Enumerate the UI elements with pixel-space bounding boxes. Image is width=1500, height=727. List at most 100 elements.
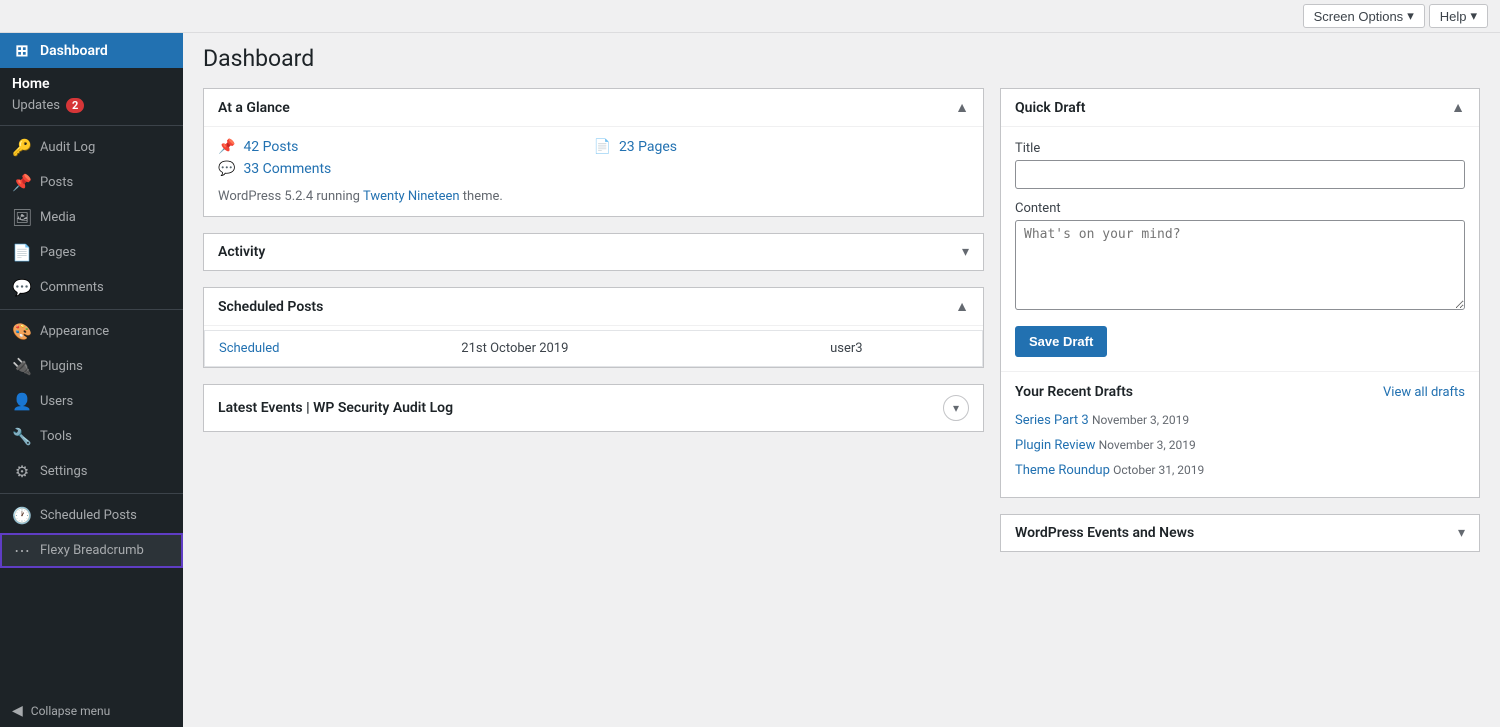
sidebar-item-audit-log[interactable]: 🔑 Audit Log (0, 130, 183, 165)
glance-pages: 📄 23 Pages (594, 139, 970, 155)
dashboard-icon: ⊞ (12, 41, 32, 60)
pages-icon: 📄 (12, 243, 32, 262)
comments-glance-link[interactable]: 33 Comments (243, 161, 331, 177)
sidebar-item-label: Posts (40, 175, 73, 190)
draft-date-3: October 31, 2019 (1113, 463, 1204, 477)
theme-link[interactable]: Twenty Nineteen (363, 189, 460, 204)
wp-events-title: WordPress Events and News (1015, 525, 1194, 541)
pages-glance-link[interactable]: 23 Pages (619, 139, 677, 155)
glance-posts: 📌 42 Posts (218, 139, 594, 155)
left-column: At a Glance ▲ 📌 42 Posts 📄 23 Pages (203, 88, 984, 552)
scheduled-posts-title: Scheduled Posts (218, 299, 323, 315)
screen-options-label: Screen Options (1314, 9, 1404, 24)
comments-glance-icon: 💬 (218, 161, 235, 177)
sidebar-item-pages[interactable]: 📄 Pages (0, 235, 183, 270)
scheduled-date-cell: 21st October 2019 (447, 331, 816, 367)
collapse-icon: ◀ (12, 703, 23, 719)
comments-icon: 💬 (12, 278, 32, 297)
screen-options-chevron: ▾ (1407, 8, 1414, 24)
help-button[interactable]: Help ▾ (1429, 4, 1488, 28)
sidebar-updates-link[interactable]: Updates (12, 98, 60, 113)
page-title: Dashboard (203, 45, 1480, 72)
at-a-glance-header[interactable]: At a Glance ▲ (204, 89, 983, 127)
draft-item-2: Plugin Review November 3, 2019 (1001, 433, 1479, 458)
sidebar-item-label: Media (40, 210, 76, 225)
scheduled-link-cell: Scheduled (205, 331, 448, 367)
sidebar-item-users[interactable]: 👤 Users (0, 384, 183, 419)
draft-link-3[interactable]: Theme Roundup (1015, 463, 1110, 478)
scheduled-link[interactable]: Scheduled (219, 341, 279, 356)
latest-events-title: Latest Events | WP Security Audit Log (218, 400, 453, 416)
scheduled-table: Scheduled 21st October 2019 user3 (204, 330, 983, 367)
plugins-icon: 🔌 (12, 357, 32, 376)
wp-events-header[interactable]: WordPress Events and News ▾ (1001, 515, 1479, 551)
sidebar-dashboard-header[interactable]: ⊞ Dashboard (0, 33, 183, 68)
at-a-glance-wp-info: WordPress 5.2.4 running Twenty Nineteen … (218, 189, 969, 204)
pages-glance-icon: 📄 (594, 139, 611, 155)
flexy-breadcrumb-icon: ⋯ (12, 541, 32, 560)
quick-draft-title: Quick Draft (1015, 100, 1085, 116)
scheduled-posts-body: Scheduled 21st October 2019 user3 (204, 330, 983, 367)
sidebar-home-section: Home (0, 68, 183, 96)
sidebar-item-flexy-breadcrumb[interactable]: ⋯ Flexy Breadcrumb (0, 533, 183, 568)
sidebar-home-link[interactable]: Home (12, 76, 171, 92)
sidebar-divider-1 (0, 125, 183, 126)
sidebar: ⊞ Dashboard Home Updates 2 🔑 Audit Log 📌… (0, 33, 183, 727)
scheduled-posts-panel: Scheduled Posts ▲ Scheduled 21st October… (203, 287, 984, 368)
settings-icon: ⚙ (12, 462, 32, 481)
sidebar-item-label: Settings (40, 464, 87, 479)
draft-link-1[interactable]: Series Part 3 (1015, 413, 1089, 428)
appearance-icon: 🎨 (12, 322, 32, 341)
layout: ⊞ Dashboard Home Updates 2 🔑 Audit Log 📌… (0, 33, 1500, 727)
at-a-glance-title: At a Glance (218, 100, 290, 116)
content-textarea[interactable] (1015, 220, 1465, 310)
collapse-menu[interactable]: ◀ Collapse menu (0, 695, 183, 727)
at-a-glance-toggle: ▲ (955, 99, 969, 116)
sidebar-dashboard-label: Dashboard (40, 43, 108, 59)
sidebar-item-label: Comments (40, 280, 104, 295)
sidebar-item-tools[interactable]: 🔧 Tools (0, 419, 183, 454)
title-input[interactable] (1015, 160, 1465, 189)
sidebar-item-label: Audit Log (40, 140, 95, 155)
scheduled-posts-header[interactable]: Scheduled Posts ▲ (204, 288, 983, 326)
posts-glance-icon: 📌 (218, 139, 235, 155)
right-column: Quick Draft ▲ Title Content Save Draft Y… (1000, 88, 1480, 552)
content-grid: At a Glance ▲ 📌 42 Posts 📄 23 Pages (203, 88, 1480, 552)
sidebar-item-label: Flexy Breadcrumb (40, 543, 144, 558)
latest-events-toggle-btn[interactable]: ▾ (943, 395, 969, 421)
at-a-glance-items: 📌 42 Posts 📄 23 Pages 💬 33 Comments (218, 139, 969, 177)
quick-draft-header[interactable]: Quick Draft ▲ (1001, 89, 1479, 127)
sidebar-item-posts[interactable]: 📌 Posts (0, 165, 183, 200)
at-a-glance-body: 📌 42 Posts 📄 23 Pages 💬 33 Comments (204, 127, 983, 216)
draft-link-2[interactable]: Plugin Review (1015, 438, 1095, 453)
sidebar-item-comments[interactable]: 💬 Comments (0, 270, 183, 305)
recent-drafts-header: Your Recent Drafts View all drafts (1001, 371, 1479, 408)
sidebar-item-media[interactable]: 🖼 Media (0, 200, 183, 235)
scheduled-posts-icon: 🕐 (12, 506, 32, 525)
activity-title: Activity (218, 244, 265, 260)
sidebar-item-label: Pages (40, 245, 76, 260)
sidebar-item-label: Users (40, 394, 73, 409)
sidebar-item-plugins[interactable]: 🔌 Plugins (0, 349, 183, 384)
sidebar-updates-section: Updates 2 (0, 96, 183, 121)
scheduled-user-cell: user3 (816, 331, 982, 367)
screen-options-button[interactable]: Screen Options ▾ (1303, 4, 1425, 28)
wp-events-panel: WordPress Events and News ▾ (1000, 514, 1480, 552)
sidebar-item-appearance[interactable]: 🎨 Appearance (0, 314, 183, 349)
updates-badge: 2 (66, 98, 84, 113)
view-all-drafts-link[interactable]: View all drafts (1383, 385, 1465, 400)
save-draft-button[interactable]: Save Draft (1015, 326, 1107, 357)
media-icon: 🖼 (12, 208, 32, 227)
sidebar-item-settings[interactable]: ⚙ Settings (0, 454, 183, 489)
help-chevron: ▾ (1470, 8, 1477, 24)
latest-events-header[interactable]: Latest Events | WP Security Audit Log ▾ (204, 385, 983, 431)
sidebar-item-label: Tools (40, 429, 72, 444)
help-label: Help (1440, 9, 1467, 24)
activity-header[interactable]: Activity ▾ (204, 234, 983, 270)
sidebar-item-label: Plugins (40, 359, 83, 374)
draft-date-1: November 3, 2019 (1092, 413, 1189, 427)
content-label: Content (1015, 201, 1465, 216)
top-bar: Screen Options ▾ Help ▾ (0, 0, 1500, 33)
posts-glance-link[interactable]: 42 Posts (243, 139, 298, 155)
sidebar-item-scheduled-posts[interactable]: 🕐 Scheduled Posts (0, 498, 183, 533)
